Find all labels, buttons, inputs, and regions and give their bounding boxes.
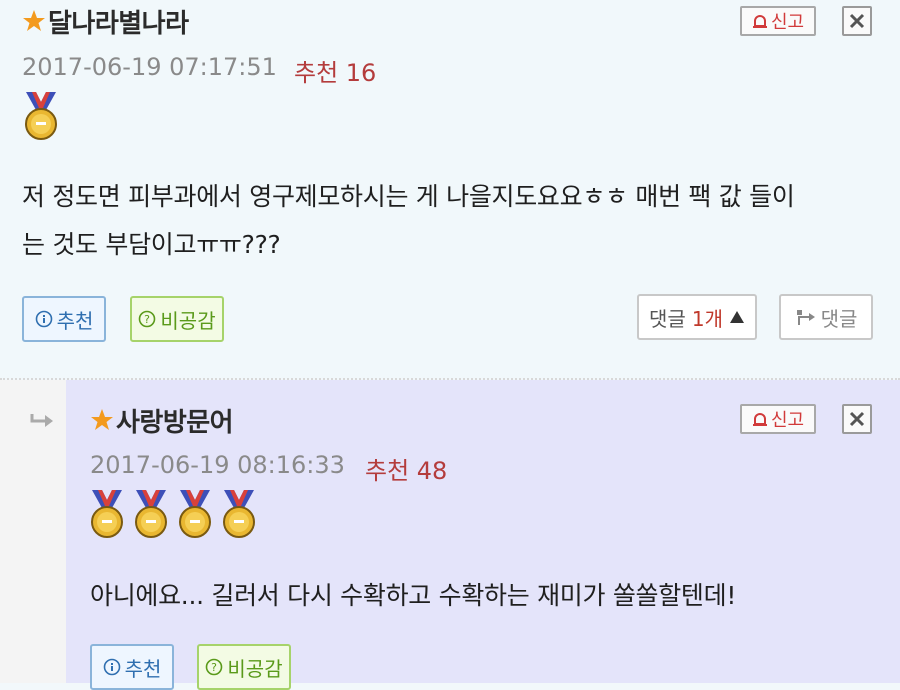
star-icon	[91, 409, 113, 430]
recommend-label: 추천	[124, 656, 162, 681]
report-label: 신고	[770, 410, 805, 431]
svg-text:?: ?	[211, 661, 217, 674]
report-button[interactable]: 신고	[740, 6, 816, 36]
report-button[interactable]: 신고	[740, 404, 816, 434]
comment-author[interactable]: 달나라별나라	[48, 3, 189, 40]
comment-body-line-1: 저 정도면 피부과에서 영구제모하시는 게 나을지도요요ㅎㅎ 매번 팩 값 들이	[22, 182, 795, 211]
reply-label: 댓글	[820, 306, 858, 331]
close-button[interactable]	[842, 6, 872, 36]
comment-author[interactable]: 사랑방문어	[116, 402, 234, 439]
disrecommend-label: 비공감	[227, 656, 283, 681]
indent-arrow-icon	[30, 414, 53, 427]
disrecommend-button[interactable]: ? 비공감	[197, 644, 291, 690]
siren-icon	[752, 15, 767, 28]
report-label: 신고	[770, 12, 805, 33]
close-button[interactable]	[842, 404, 872, 434]
reply-arrow-icon	[796, 310, 815, 325]
siren-icon	[752, 413, 767, 426]
close-icon	[849, 13, 865, 29]
triangle-up-icon	[729, 311, 744, 323]
star-icon	[23, 10, 45, 31]
recommend-button[interactable]: 추천	[22, 296, 106, 342]
recommend-count: 추천 48	[365, 457, 448, 485]
comment-date: 2017-06-19 07:17:51	[22, 53, 277, 81]
recommend-label: 추천	[56, 308, 94, 333]
info-icon	[35, 310, 52, 328]
reply-count-label: 댓글	[649, 306, 686, 331]
medal-icon	[25, 92, 57, 140]
comment-body-line-1: 아니에요... 길러서 다시 수확하고 수확하는 재미가 쏠쏠할텐데!	[90, 581, 737, 610]
recommend-count: 추천 16	[294, 59, 377, 87]
comment-body-line-2: 는 것도 부담이고ㅠㅠ???	[22, 230, 281, 259]
disrecommend-button[interactable]: ? 비공감	[130, 296, 224, 342]
reply-count: 1개	[691, 306, 723, 331]
reply-count-button[interactable]: 댓글 1개	[637, 294, 757, 340]
comment-date: 2017-06-19 08:16:33	[90, 451, 345, 479]
recommend-button[interactable]: 추천	[90, 644, 174, 690]
medal-icon	[179, 490, 211, 538]
reply-button[interactable]: 댓글	[779, 294, 873, 340]
medal-icon	[223, 490, 255, 538]
medal-icon	[91, 490, 123, 538]
question-icon: ?	[206, 658, 223, 676]
question-icon: ?	[139, 310, 156, 328]
info-icon	[103, 658, 120, 676]
svg-text:?: ?	[144, 313, 150, 326]
close-icon	[849, 411, 865, 427]
medal-icon	[135, 490, 167, 538]
disrecommend-label: 비공감	[160, 308, 216, 333]
